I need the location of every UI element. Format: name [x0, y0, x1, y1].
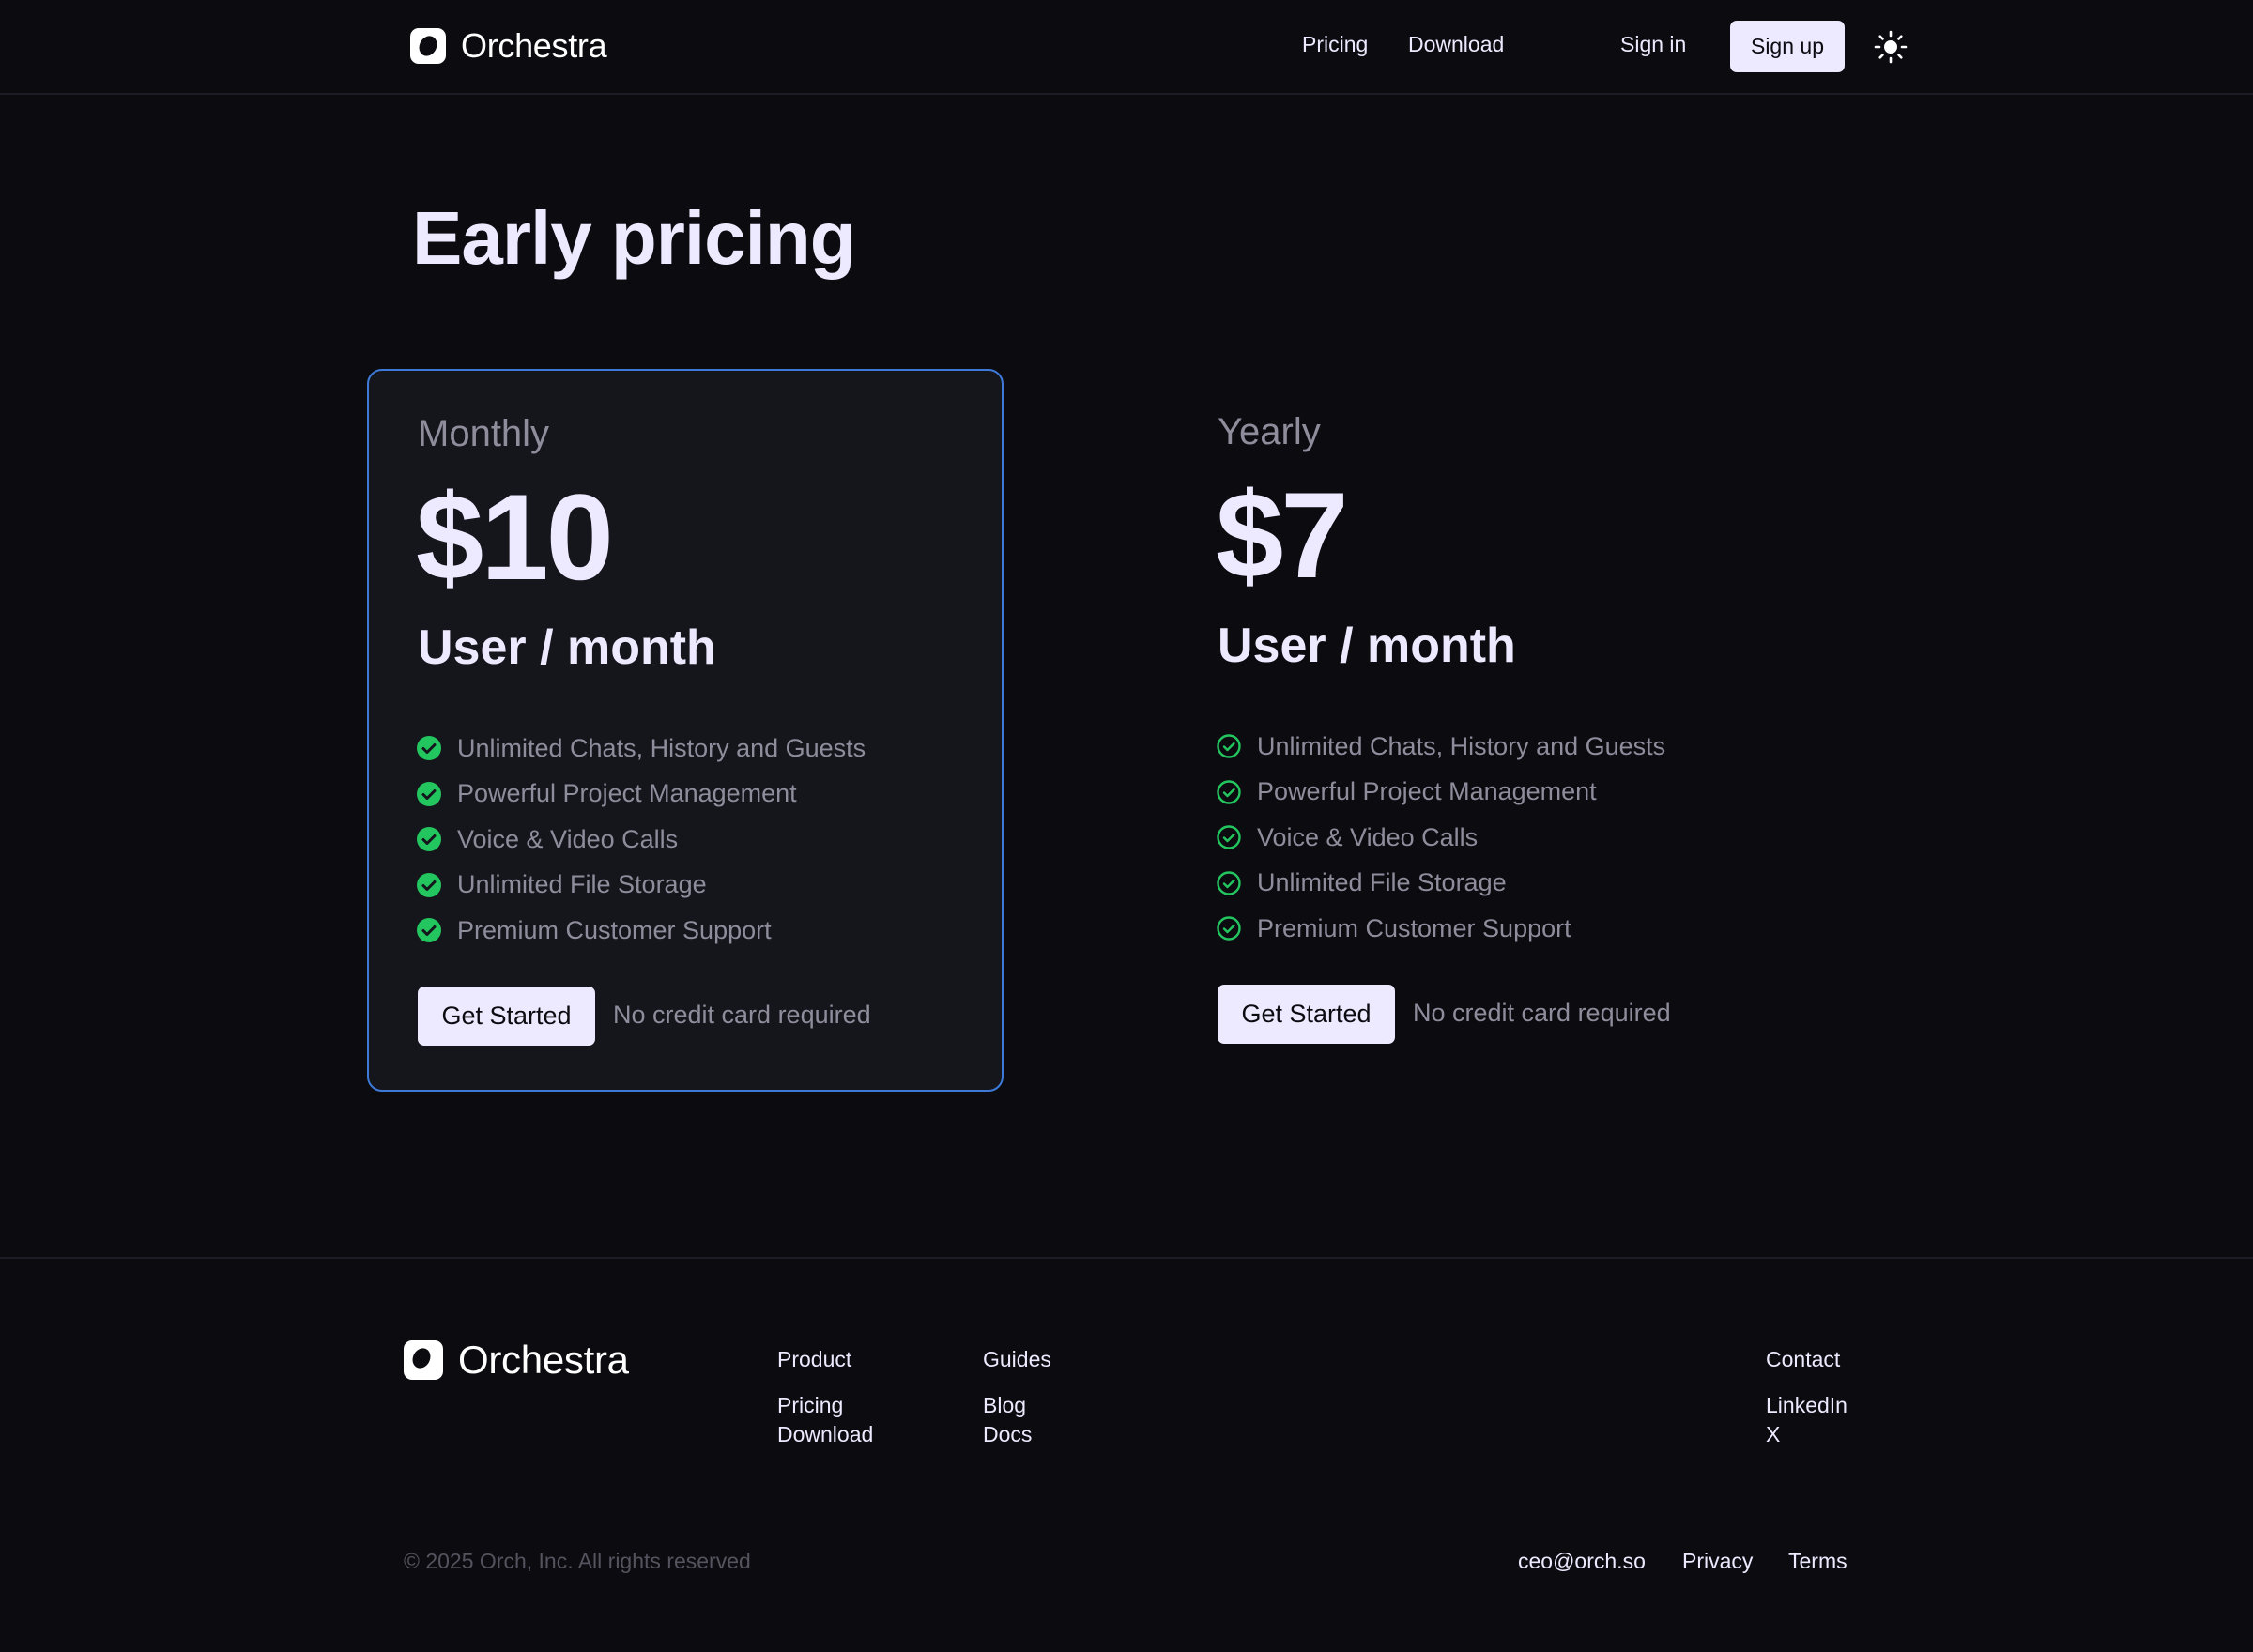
- feature-text: Premium Customer Support: [457, 915, 772, 944]
- footer-brand-logo[interactable]: Orchestra: [404, 1338, 629, 1383]
- feature-text: Voice & Video Calls: [457, 824, 679, 853]
- site-footer: Orchestra Product Pricing Download Guide…: [0, 1257, 2253, 1652]
- nav-link-pricing[interactable]: Pricing: [1302, 32, 1368, 57]
- footer-column-guides: Guides Blog Docs: [983, 1347, 1051, 1449]
- feature-text: Premium Customer Support: [1257, 913, 1571, 942]
- feature-item: Unlimited Chats, History and Guests: [416, 726, 866, 772]
- feature-list: Unlimited Chats, History and Guests Powe…: [1216, 724, 1665, 952]
- sign-in-link[interactable]: Sign in: [1620, 32, 1686, 57]
- footer-link-blog[interactable]: Blog: [983, 1391, 1051, 1420]
- footer-link-x[interactable]: X: [1766, 1420, 1847, 1449]
- feature-item: Voice & Video Calls: [416, 817, 866, 863]
- plan-price: $7: [1216, 467, 1349, 604]
- feature-item: Voice & Video Calls: [1216, 815, 1665, 861]
- footer-link-docs[interactable]: Docs: [983, 1420, 1051, 1449]
- footer-link-linkedin[interactable]: LinkedIn: [1766, 1391, 1847, 1420]
- feature-text: Unlimited Chats, History and Guests: [1257, 731, 1666, 760]
- contact-email-link[interactable]: ceo@orch.so: [1518, 1549, 1646, 1574]
- check-circle-outline-icon: [1217, 734, 1241, 758]
- footer-column-contact: Contact LinkedIn X: [1766, 1347, 1847, 1449]
- feature-item: Powerful Project Management: [416, 772, 866, 818]
- footer-link-pricing[interactable]: Pricing: [777, 1391, 873, 1420]
- plan-unit: User / month: [1218, 619, 1516, 673]
- footer-heading: Contact: [1766, 1347, 1841, 1371]
- check-circle-outline-icon: [1217, 825, 1241, 849]
- sun-icon[interactable]: [1874, 30, 1908, 64]
- check-circle-outline-icon: [1217, 871, 1241, 895]
- footer-column-product: Product Pricing Download: [777, 1347, 873, 1449]
- check-circle-filled-icon: [417, 736, 441, 761]
- feature-item: Premium Customer Support: [1216, 906, 1665, 952]
- footer-heading: Guides: [983, 1347, 1051, 1371]
- get-started-button-monthly[interactable]: Get Started: [418, 987, 595, 1046]
- feature-list: Unlimited Chats, History and Guests Powe…: [416, 726, 866, 954]
- feature-text: Powerful Project Management: [457, 779, 797, 808]
- plan-name: Yearly: [1218, 411, 1321, 452]
- check-circle-outline-icon: [1217, 780, 1241, 804]
- feature-text: Unlimited Chats, History and Guests: [457, 733, 866, 762]
- feature-text: Unlimited File Storage: [1257, 868, 1507, 897]
- check-circle-filled-icon: [417, 827, 441, 852]
- plan-card-yearly: Yearly $7 User / month Unlimited Chats, …: [1169, 369, 1805, 1092]
- footer-link-download[interactable]: Download: [777, 1420, 873, 1449]
- feature-item: Unlimited File Storage: [1216, 861, 1665, 907]
- feature-text: Powerful Project Management: [1257, 777, 1597, 806]
- nav-link-download[interactable]: Download: [1408, 32, 1504, 57]
- pricing-page: Orchestra Pricing Download Sign in Sign …: [0, 0, 2253, 1652]
- check-circle-filled-icon: [417, 781, 441, 806]
- page-title: Early pricing: [412, 196, 856, 280]
- copyright-text: © 2025 Orch, Inc. All rights reserved: [404, 1549, 751, 1573]
- footer-heading: Product: [777, 1347, 852, 1371]
- terms-link[interactable]: Terms: [1788, 1549, 1847, 1574]
- check-circle-outline-icon: [1217, 916, 1241, 941]
- feature-text: Unlimited File Storage: [457, 870, 707, 899]
- plan-unit: User / month: [418, 620, 716, 675]
- plan-price: $10: [416, 468, 614, 605]
- plan-name: Monthly: [418, 413, 550, 454]
- orchestra-logo-icon: [410, 28, 446, 64]
- feature-item: Unlimited File Storage: [416, 863, 866, 909]
- no-credit-card-note: No credit card required: [613, 1001, 871, 1029]
- orchestra-logo-icon: [404, 1340, 443, 1380]
- plan-card-monthly: Monthly $10 User / month Unlimited Chats…: [367, 369, 1004, 1092]
- feature-text: Voice & Video Calls: [1257, 822, 1479, 851]
- check-circle-filled-icon: [417, 918, 441, 943]
- get-started-button-yearly[interactable]: Get Started: [1218, 985, 1395, 1044]
- no-credit-card-note: No credit card required: [1413, 999, 1671, 1027]
- privacy-link[interactable]: Privacy: [1682, 1549, 1753, 1574]
- brand-name: Orchestra: [458, 1338, 629, 1382]
- feature-item: Premium Customer Support: [416, 908, 866, 954]
- feature-item: Unlimited Chats, History and Guests: [1216, 724, 1665, 770]
- brand-name: Orchestra: [461, 26, 607, 65]
- brand-logo[interactable]: Orchestra: [410, 26, 607, 66]
- feature-item: Powerful Project Management: [1216, 770, 1665, 816]
- check-circle-filled-icon: [417, 872, 441, 897]
- sign-up-button[interactable]: Sign up: [1730, 21, 1845, 72]
- top-nav: Orchestra Pricing Download Sign in Sign …: [0, 0, 2253, 95]
